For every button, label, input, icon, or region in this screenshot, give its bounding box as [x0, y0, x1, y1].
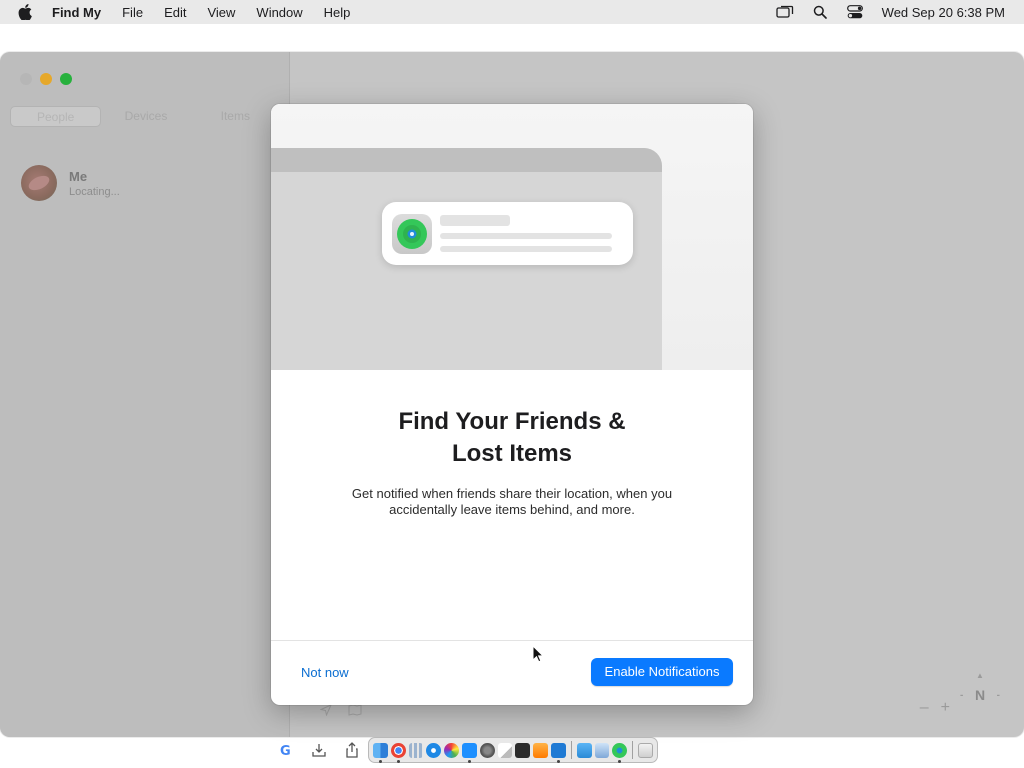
settings-icon[interactable]: [479, 742, 495, 758]
compass-east-tick: -: [996, 689, 1000, 701]
compass-label: N: [974, 687, 986, 703]
menu-view[interactable]: View: [207, 5, 235, 20]
menubar-clock[interactable]: Wed Sep 20 6:38 PM: [882, 5, 1005, 20]
trash-icon[interactable]: [638, 742, 653, 758]
svg-text:G: G: [280, 744, 291, 757]
modal-divider: [271, 640, 753, 641]
zoom-in-button[interactable]: +: [941, 699, 950, 717]
mouse-pointer-icon: [532, 644, 545, 663]
illustration-notification-card: [382, 202, 633, 265]
notification-illustration: [271, 104, 753, 370]
enable-notifications-button[interactable]: Enable Notifications: [591, 658, 733, 686]
close-window-button[interactable]: [20, 73, 32, 85]
tab-items[interactable]: Items: [191, 106, 280, 127]
menu-bar: Find My File Edit View Window Help Wed S…: [0, 0, 1024, 24]
launchpad-icon[interactable]: [408, 742, 424, 758]
google-icon[interactable]: G: [278, 742, 294, 758]
person-name: Me: [69, 168, 88, 184]
vscode-icon[interactable]: [550, 742, 566, 763]
find-my-app-icon: [392, 214, 432, 254]
menu-app-name[interactable]: Find My: [52, 5, 101, 20]
menu-file[interactable]: File: [122, 5, 143, 20]
menu-window[interactable]: Window: [256, 5, 302, 20]
download-icon[interactable]: [311, 742, 327, 758]
weather-icon[interactable]: [576, 742, 592, 758]
dock-extra-icons: G: [278, 742, 360, 758]
dock-separator: [570, 741, 572, 759]
tab-devices[interactable]: Devices: [101, 106, 190, 127]
menu-edit[interactable]: Edit: [164, 5, 186, 20]
map-mode-icon[interactable]: [348, 704, 362, 719]
compass-west-tick: -: [960, 689, 964, 701]
location-arrow-icon[interactable]: [319, 704, 332, 719]
notes-icon[interactable]: [497, 742, 513, 758]
spotlight-search-icon[interactable]: [810, 2, 830, 22]
pencil-app-icon[interactable]: [533, 742, 548, 758]
zoom-controls: – +: [920, 699, 950, 717]
list-item-me[interactable]: Me Locating...: [21, 165, 120, 201]
preview-icon[interactable]: [594, 742, 610, 758]
notifications-onboarding-modal: Find Your Friends & Lost Items Get notif…: [271, 104, 753, 705]
menu-help[interactable]: Help: [324, 5, 351, 20]
control-center-icon[interactable]: [845, 2, 865, 22]
share-icon[interactable]: [344, 742, 360, 758]
map-toolbar: [319, 704, 362, 719]
find-my-icon[interactable]: [612, 742, 628, 763]
dock-separator-2: [632, 741, 634, 759]
dock: [368, 737, 658, 763]
zoom-out-button[interactable]: –: [920, 699, 929, 717]
modal-description: Get notified when friends share their lo…: [351, 486, 673, 517]
modal-title: Find Your Friends & Lost Items: [271, 406, 753, 470]
sidebar: People Devices Items Me Locating...: [0, 52, 290, 737]
modal-title-line-1: Find Your Friends &: [398, 408, 626, 435]
terminal-icon[interactable]: [515, 742, 531, 758]
safari-icon[interactable]: [426, 742, 442, 758]
app-store-icon[interactable]: [461, 742, 477, 763]
chrome-icon[interactable]: [390, 742, 406, 763]
avatar: [21, 165, 57, 201]
finder-icon[interactable]: [373, 742, 388, 763]
photos-icon[interactable]: [444, 742, 459, 758]
compass-tick-icon: ▲: [976, 671, 984, 680]
tab-people[interactable]: People: [10, 106, 102, 127]
modal-title-line-2: Lost Items: [451, 440, 573, 467]
person-status: Locating...: [69, 185, 120, 198]
compass-button[interactable]: ▲ - N -: [958, 671, 1002, 717]
window-controls: [20, 73, 72, 85]
apple-menu-icon[interactable]: [18, 3, 36, 21]
not-now-button[interactable]: Not now: [293, 662, 357, 684]
minimize-window-button[interactable]: [40, 73, 52, 85]
screen-mirroring-icon[interactable]: [775, 2, 795, 22]
sidebar-segmented-control: People Devices Items: [10, 106, 280, 127]
zoom-window-button[interactable]: [60, 73, 72, 85]
